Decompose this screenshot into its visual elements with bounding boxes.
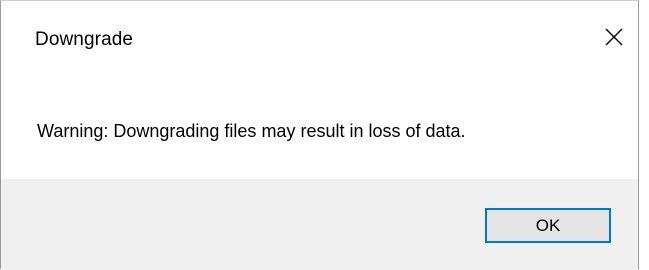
title-bar: Downgrade (1, 1, 638, 83)
dialog-footer: OK (1, 179, 638, 270)
dialog-title: Downgrade (35, 29, 134, 50)
close-button[interactable] (596, 19, 632, 55)
downgrade-dialog: Downgrade Warning: Downgrading files may… (0, 0, 639, 270)
close-icon (605, 28, 623, 46)
ok-button[interactable]: OK (485, 208, 611, 243)
warning-message: Warning: Downgrading files may result in… (37, 121, 466, 141)
dialog-content: Warning: Downgrading files may result in… (1, 83, 638, 179)
